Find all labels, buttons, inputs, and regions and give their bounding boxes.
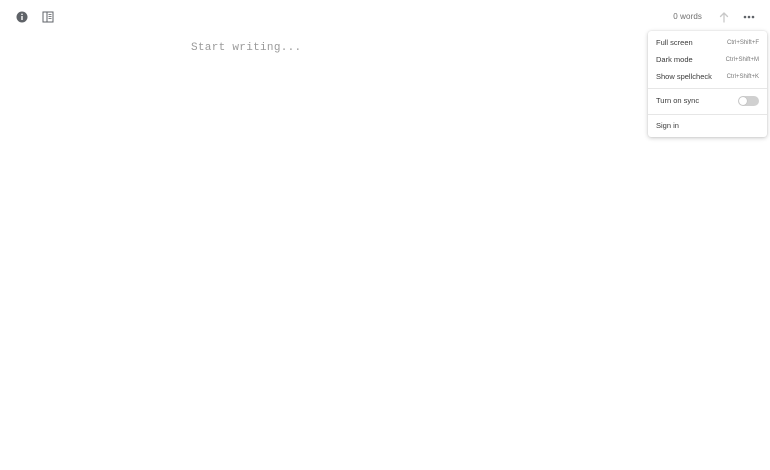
menu-item-sync[interactable]: Turn on sync xyxy=(648,93,767,108)
menu-item-shortcut: Ctrl+Shift+M xyxy=(725,56,759,63)
options-menu: Full screen Ctrl+Shift+F Dark mode Ctrl+… xyxy=(648,31,767,137)
upload-arrow-icon xyxy=(719,12,729,23)
menu-divider xyxy=(648,114,767,115)
menu-item-sign-in[interactable]: Sign in xyxy=(648,118,767,133)
menu-divider xyxy=(648,88,767,89)
info-icon xyxy=(16,11,28,23)
ellipsis-icon xyxy=(743,15,755,19)
more-options-button[interactable] xyxy=(742,10,756,24)
menu-item-full-screen[interactable]: Full screen Ctrl+Shift+F xyxy=(648,35,767,50)
menu-item-dark-mode[interactable]: Dark mode Ctrl+Shift+M xyxy=(648,52,767,67)
share-button[interactable] xyxy=(717,10,731,24)
menu-item-label: Show spellcheck xyxy=(656,72,712,81)
word-count: 0 words xyxy=(673,12,702,21)
menu-item-label: Sign in xyxy=(656,121,679,130)
sync-toggle[interactable] xyxy=(738,95,759,106)
menu-item-shortcut: Ctrl+Shift+F xyxy=(726,39,759,46)
sidebar-toggle-button[interactable] xyxy=(41,10,55,24)
menu-item-label: Turn on sync xyxy=(656,96,700,105)
sidebar-icon xyxy=(42,11,54,23)
info-button[interactable] xyxy=(15,10,29,24)
menu-item-label: Full screen xyxy=(656,38,693,47)
menu-item-show-spellcheck[interactable]: Show spellcheck Ctrl+Shift+K xyxy=(648,69,767,84)
editor-textarea[interactable] xyxy=(191,42,611,422)
menu-item-shortcut: Ctrl+Shift+K xyxy=(726,73,759,80)
menu-item-label: Dark mode xyxy=(656,55,693,64)
toggle-knob xyxy=(739,96,747,105)
